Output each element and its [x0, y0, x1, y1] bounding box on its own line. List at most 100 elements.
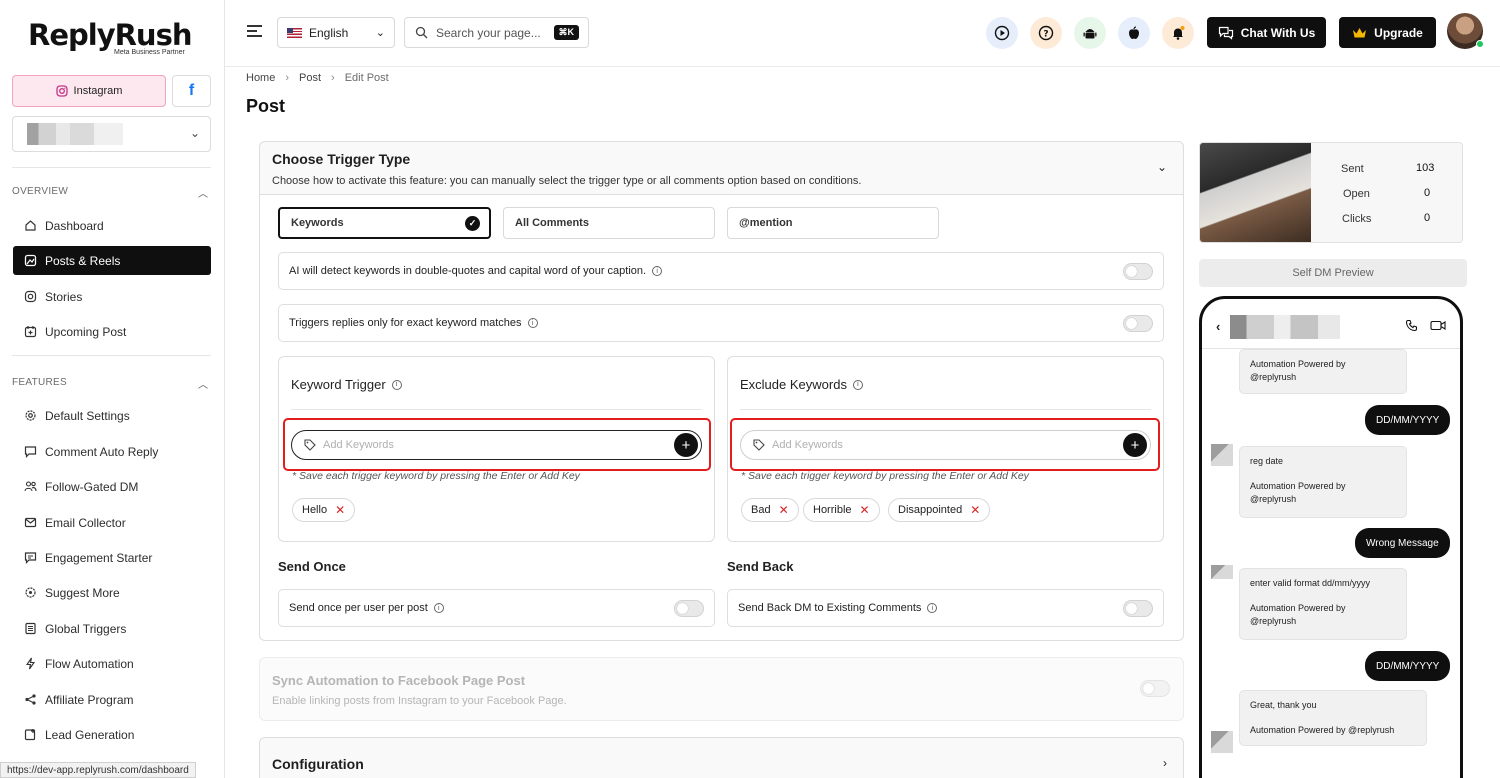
ai-detect-toggle[interactable]: [1123, 263, 1153, 280]
account-selector[interactable]: ⌄: [12, 116, 211, 152]
chat-contact-blurred: [1230, 315, 1340, 339]
info-icon[interactable]: i: [852, 379, 863, 390]
info-icon[interactable]: i: [652, 266, 663, 276]
page-title: Post: [246, 96, 286, 116]
message-line: @replyrush: [1250, 372, 1297, 382]
notification-bell-icon[interactable]: [1162, 17, 1194, 49]
help-icon[interactable]: ?: [1030, 17, 1062, 49]
exclude-chip-label: Disappointed: [898, 504, 963, 516]
trigger-type-header[interactable]: Choose Trigger Type Choose how to activa…: [259, 141, 1184, 195]
send-back-toggle[interactable]: [1123, 600, 1153, 617]
breadcrumb-home[interactable]: Home: [246, 72, 275, 84]
keyword-chip-label: Hello: [302, 504, 328, 516]
flow-icon: [23, 657, 37, 671]
nav-follow-gated-dm[interactable]: Follow-Gated DM: [13, 472, 211, 501]
nav-upcoming-post[interactable]: Upcoming Post: [13, 317, 211, 346]
replyrush-logo[interactable]: ReplyRush: [28, 18, 192, 52]
language-select[interactable]: English ⌄: [277, 17, 395, 48]
tab-mention[interactable]: @mention: [727, 207, 939, 239]
message-line: reg date: [1250, 456, 1284, 466]
divider: [12, 355, 211, 356]
nav-default-settings[interactable]: Default Settings: [13, 401, 211, 430]
post-thumbnail[interactable]: [1200, 143, 1311, 242]
breadcrumb-post[interactable]: Post: [299, 72, 321, 84]
search-input[interactable]: Search your page... ⌘K: [404, 17, 589, 48]
tab-keywords[interactable]: Keywords ✓: [278, 207, 491, 239]
message-bubble: Automation Powered by @replyrush: [1239, 349, 1407, 394]
nav-flow-automation[interactable]: Flow Automation: [13, 649, 211, 678]
nav-flow-automation-label: Flow Automation: [45, 656, 134, 671]
send-once-toggle[interactable]: [674, 600, 704, 617]
keyword-trigger-hint: * Save each trigger keyword by pressing …: [292, 470, 580, 482]
divider: [291, 409, 702, 410]
message-bubble: enter valid format dd/mm/yyyy Automation…: [1239, 568, 1407, 640]
play-tutorial-icon[interactable]: [986, 17, 1018, 49]
nav-dashboard[interactable]: Dashboard: [13, 211, 211, 240]
trigger-type-title: Choose Trigger Type: [272, 151, 411, 167]
info-icon[interactable]: i: [527, 318, 538, 328]
add-exclude-keyword-button[interactable]: +: [1123, 433, 1147, 457]
tag-icon: [304, 439, 316, 451]
keyword-trigger-input[interactable]: Add Keywords +: [291, 430, 702, 460]
configuration-card[interactable]: Configuration ›: [259, 737, 1184, 778]
nav-stories[interactable]: Stories: [13, 282, 211, 311]
configuration-title: Configuration: [272, 756, 364, 772]
keyword-chip: Hello ✕: [292, 498, 356, 522]
crown-icon: [1353, 27, 1367, 37]
remove-chip-icon[interactable]: ✕: [970, 503, 980, 517]
android-app-icon[interactable]: [1074, 17, 1106, 49]
stat-open-label: Open: [1343, 188, 1370, 200]
nav-posts-reels-label: Posts & Reels: [45, 253, 121, 268]
nav-comment-auto-reply[interactable]: Comment Auto Reply: [13, 437, 211, 466]
exact-match-label: Triggers replies only for exact keyword …: [289, 317, 522, 329]
top-header: English ⌄ Search your page... ⌘K ? Chat …: [225, 0, 1500, 67]
nav-affiliate-program[interactable]: Affiliate Program: [13, 685, 211, 714]
remove-chip-icon[interactable]: ✕: [335, 503, 345, 517]
section-overview: OVERVIEW: [12, 186, 69, 197]
nav-email-collector-label: Email Collector: [45, 515, 126, 530]
instagram-platform-button[interactable]: Instagram: [12, 75, 166, 107]
info-icon[interactable]: i: [433, 603, 444, 613]
tab-all-comments[interactable]: All Comments: [503, 207, 715, 239]
menu-toggle-icon[interactable]: [247, 25, 262, 37]
send-once-label: Send once per user per post: [289, 602, 428, 614]
nav-engagement-starter[interactable]: Engagement Starter: [13, 543, 211, 572]
exact-match-toggle[interactable]: [1123, 315, 1153, 332]
breadcrumb-separator-icon: ›: [285, 72, 290, 84]
instagram-icon: [55, 85, 68, 97]
nav-affiliate-program-label: Affiliate Program: [45, 692, 134, 707]
nav-suggest-more[interactable]: Suggest More: [13, 578, 211, 607]
info-icon[interactable]: i: [391, 379, 402, 390]
apple-app-icon[interactable]: [1118, 17, 1150, 49]
nav-lead-generation-label: Lead Generation: [45, 727, 135, 742]
sender-avatar-blurred: [1211, 565, 1233, 579]
nav-posts-reels[interactable]: Posts & Reels: [13, 246, 211, 275]
nav-global-triggers[interactable]: Global Triggers: [13, 614, 211, 643]
nav-email-collector[interactable]: Email Collector: [13, 508, 211, 537]
exclude-keywords-input[interactable]: Add Keywords +: [740, 430, 1151, 460]
phone-header: ‹: [1202, 299, 1460, 349]
dashboard-icon: [23, 219, 37, 233]
info-icon[interactable]: i: [927, 603, 938, 613]
remove-chip-icon[interactable]: ✕: [779, 503, 789, 517]
add-keyword-button[interactable]: +: [674, 433, 698, 457]
facebook-platform-button[interactable]: f: [172, 75, 211, 107]
message-line: Automation Powered by @replyrush: [1250, 725, 1395, 735]
back-arrow-icon: ‹: [1216, 319, 1221, 334]
message-line: @replyrush: [1250, 616, 1297, 626]
self-dm-preview-button[interactable]: Self DM Preview: [1199, 259, 1467, 287]
checkmark-icon: ✓: [465, 216, 480, 231]
upgrade-button[interactable]: Upgrade: [1339, 17, 1436, 48]
video-call-icon: [1430, 320, 1446, 331]
sender-avatar-blurred: [1211, 444, 1233, 466]
chevron-down-icon: ⌄: [1156, 160, 1167, 174]
remove-chip-icon[interactable]: ✕: [860, 503, 870, 517]
collapse-overview-icon[interactable]: ︿: [198, 185, 208, 200]
ai-detect-row: AI will detect keywords in double-quotes…: [278, 252, 1164, 290]
chevron-right-icon: ›: [1163, 756, 1167, 770]
divider: [12, 167, 211, 168]
sync-facebook-toggle[interactable]: [1140, 680, 1170, 697]
collapse-features-icon[interactable]: ︿: [198, 376, 208, 391]
chat-with-us-button[interactable]: Chat With Us: [1207, 17, 1326, 48]
nav-lead-generation[interactable]: Lead Generation: [13, 720, 211, 749]
